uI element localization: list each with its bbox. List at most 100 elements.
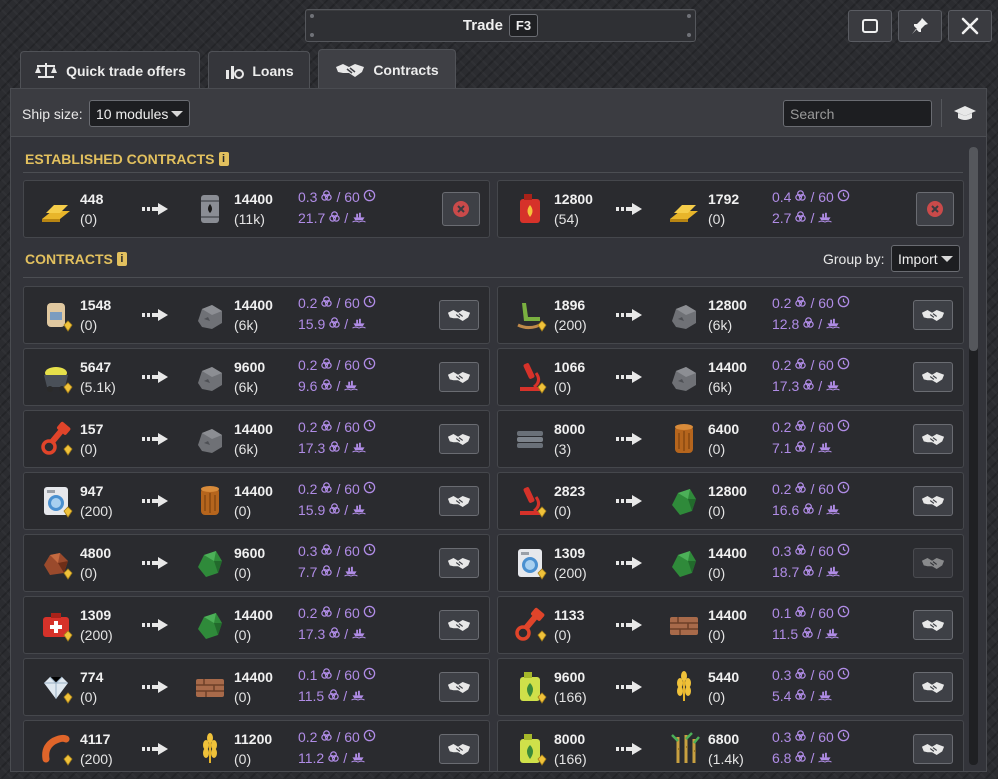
cancel-contract-button[interactable] — [916, 192, 954, 226]
copper-ore-icon — [38, 545, 74, 581]
upkeep-stat: 17.3 / — [772, 378, 841, 394]
unity-icon — [320, 295, 333, 311]
ship-icon — [825, 378, 841, 394]
upkeep-suffix: / — [343, 688, 348, 704]
upkeep-stat: 21.7 / — [298, 210, 367, 226]
upkeep-stat: 15.9 / — [298, 502, 367, 518]
rock-icon — [666, 297, 702, 333]
green-ore-icon — [666, 545, 702, 581]
establish-contract-button[interactable] — [439, 548, 479, 578]
toolbar-divider — [941, 99, 942, 127]
medkit-icon — [38, 607, 74, 643]
info-icon[interactable]: i — [116, 252, 127, 266]
arrow-right-icon — [616, 556, 644, 570]
unity-icon — [327, 750, 340, 766]
upkeep-stat: 2.7 / — [772, 210, 833, 226]
establish-contract-button[interactable] — [913, 610, 953, 640]
rate-stat: 0.2 / 60 — [298, 605, 376, 621]
export-stock: (0) — [80, 317, 98, 333]
arrow-right-icon — [142, 742, 170, 756]
import-quantity: 14400 — [234, 421, 273, 437]
establish-contract-button[interactable] — [439, 362, 479, 392]
establish-contract-button[interactable] — [439, 610, 479, 640]
clock-icon — [363, 419, 376, 435]
export-stock: (0) — [80, 441, 98, 457]
period-value: / 60 — [810, 419, 834, 435]
tab-loans[interactable]: Loans — [208, 51, 310, 89]
contract-card: 8000 (3) 6400 (0) 0.2 / 60 7.1 / — [497, 410, 964, 468]
unity-icon — [794, 419, 807, 435]
export-stock: (0) — [80, 565, 98, 581]
establish-contract-button[interactable] — [913, 672, 953, 702]
period-value: / 60 — [336, 543, 360, 559]
window-title: Trade — [462, 17, 503, 34]
ship-icon — [817, 440, 833, 456]
establish-contract-button[interactable] — [913, 300, 953, 330]
tab-contracts[interactable]: Contracts — [318, 49, 456, 89]
rate-stat: 0.3 / 60 — [298, 189, 376, 205]
establish-contract-button[interactable] — [439, 672, 479, 702]
arrow-right-icon — [616, 742, 644, 756]
handshake-icon — [921, 370, 945, 385]
ship-size-dropdown[interactable]: 10 modules — [89, 100, 190, 127]
upkeep-value: 15.9 — [298, 502, 326, 518]
unity-icon — [794, 667, 807, 683]
divider — [23, 172, 963, 173]
scrollbar-track[interactable] — [969, 147, 978, 765]
handshake-icon — [921, 308, 945, 323]
piston-icon — [512, 607, 548, 643]
establish-contract-button[interactable] — [913, 734, 953, 764]
import-quantity: 9600 — [234, 359, 266, 375]
establish-contract-button[interactable] — [439, 486, 479, 516]
pin-button[interactable] — [898, 10, 942, 42]
ship-icon — [343, 378, 359, 394]
upkeep-stat: 17.3 / — [298, 626, 367, 642]
maximize-button[interactable] — [848, 10, 892, 42]
contract-card: 12800 (54) 1792 (0) 0.4 / 60 2.7 / — [497, 180, 964, 238]
unity-icon — [794, 295, 807, 311]
rocking-chair-icon — [512, 297, 548, 333]
window-title-bar[interactable]: Trade F3 — [305, 9, 696, 42]
scrollbar-thumb[interactable] — [969, 147, 978, 351]
establish-contract-button[interactable] — [913, 548, 953, 578]
group-by-dropdown[interactable]: Import — [891, 245, 960, 272]
unity-icon — [320, 667, 333, 683]
fertilizer-canister-icon — [512, 731, 548, 767]
handshake-icon — [447, 432, 471, 447]
sausage-icon — [38, 731, 74, 767]
arrow-right-icon — [142, 370, 170, 384]
contracts-heading: CONTRACTS i — [25, 251, 127, 267]
clock-icon — [363, 357, 376, 373]
graduation-cap-icon[interactable] — [953, 104, 977, 124]
establish-contract-button[interactable] — [439, 300, 479, 330]
unity-icon — [794, 440, 807, 456]
upkeep-stat: 17.3 / — [298, 440, 367, 456]
rock-icon — [666, 359, 702, 395]
cancel-contract-button[interactable] — [442, 192, 480, 226]
loan-icon — [226, 65, 245, 79]
establish-contract-button[interactable] — [913, 424, 953, 454]
ship-icon — [817, 688, 833, 704]
establish-contract-button[interactable] — [439, 734, 479, 764]
search-input[interactable] — [783, 100, 932, 127]
export-stock: (0) — [554, 379, 572, 395]
export-stock: (200) — [80, 503, 113, 519]
maximize-icon — [862, 19, 878, 33]
establish-contract-button[interactable] — [913, 486, 953, 516]
chevron-down-icon — [941, 255, 953, 262]
toolbar: Ship size: 10 modules — [11, 89, 986, 137]
import-quantity: 12800 — [708, 297, 747, 313]
close-button[interactable] — [948, 10, 992, 42]
info-icon[interactable]: i — [218, 152, 229, 166]
establish-contract-button[interactable] — [913, 362, 953, 392]
upkeep-value: 17.3 — [772, 378, 800, 394]
ship-icon — [824, 626, 840, 642]
rivet — [310, 14, 314, 18]
export-quantity: 448 — [80, 191, 104, 207]
ship-icon — [825, 316, 841, 332]
microscope-icon — [512, 483, 548, 519]
brick-crate-icon — [666, 607, 702, 643]
establish-contract-button[interactable] — [439, 424, 479, 454]
upkeep-value: 11.5 — [298, 688, 325, 704]
tab-quick-trade-offers[interactable]: Quick trade offers — [20, 51, 200, 89]
